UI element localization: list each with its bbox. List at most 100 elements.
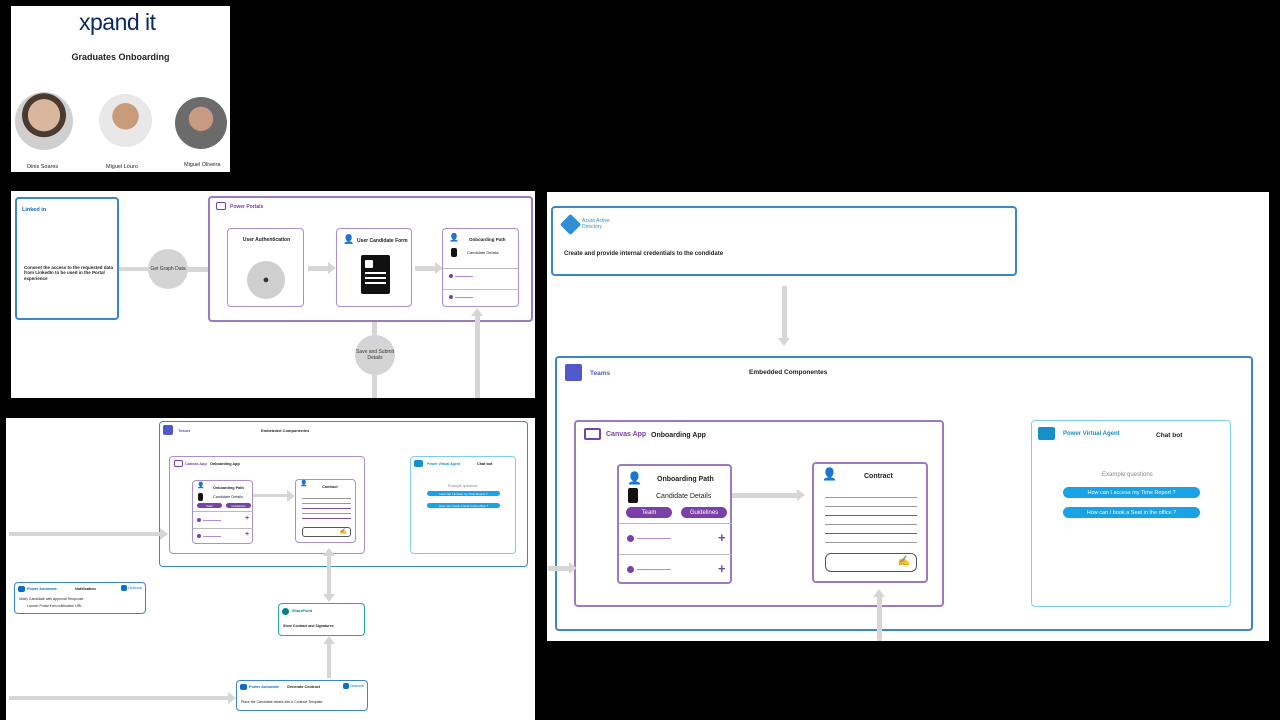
onboarding-path-box: 👤 Onboarding Path Candidate Details [442,228,519,307]
sharepoint-box: SharePoint Store Contract and Signatures [278,603,365,636]
path-item: Candidate Details [467,250,499,255]
contract-title: Contract [864,473,893,480]
teams-icon [163,425,173,435]
outlook-icon [343,683,349,689]
power-automate-icon [18,586,25,592]
add-icon[interactable]: + [718,562,726,575]
person-icon: 👤 [627,471,642,485]
guidelines-button[interactable]: Guidelines [226,503,251,508]
arrow-path-contract [732,489,805,501]
gen-title: Generate Contract [287,685,321,689]
xpandit-logo: xpand it [79,9,156,35]
arrow-form-path [415,262,443,274]
power-automate-icon [240,684,247,690]
person-name-1: Dinis Soares [27,164,59,170]
onboarding-path-card: 👤 Onboarding Path Candidate Details Team… [192,480,253,544]
signature-field[interactable]: ✍ [825,553,917,572]
notif-line-2: Launch Portal from notification URL [27,604,83,608]
user-auth-icon: ● [247,261,285,299]
gen-text: Place the Candidate details into a Contr… [241,700,323,704]
teams-box: Teams Embedded Componentes Canvas App On… [555,356,1253,631]
canvas-app-box: Canvas App Onboarding App 👤 Onboarding P… [574,420,944,607]
generate-contract-box: Power Automate Generate Contract Outlook… [236,680,368,711]
notification-box: Power Automate Notification Outlook Noti… [14,582,146,614]
arrow-linkedin-graph [119,267,149,271]
sign-icon: ✍ [339,529,347,535]
path-item: Candidate Details [656,493,712,500]
team-button[interactable]: Team [626,507,672,518]
outlook-label: Outlook [350,683,364,688]
path-title: Onboarding Path [469,237,506,242]
outlook-label: Outlook [128,585,142,590]
person-icon: 👤 [822,467,837,481]
team-button[interactable]: Team [197,503,222,508]
teams-box-small: Teams Embedded Componentes Canvas App On… [159,421,528,567]
examples-label: Example questions [1102,472,1153,478]
notif-label: Power Automate [27,587,57,591]
right-panel: Azure Active Directory Create and provid… [547,192,1269,641]
contract-card: 👤 Contract ✍ [812,462,928,583]
linkedin-box: Linked in Consent the access to the requ… [15,197,119,320]
person-icon: 👤 [300,481,308,487]
canvas-label: Canvas App [185,462,207,466]
form-label: User Candidate Form [357,238,408,244]
contract-card: 👤 Contract ✍ [295,479,356,543]
document-icon [451,248,457,257]
arrow-into-generate [9,692,236,704]
person-name-2: Miguel Louro [106,164,138,170]
pva-box: Power Virtual Agent Chat bot Example que… [1031,420,1231,607]
path-title: Onboarding Path [657,476,714,483]
question-1-button[interactable]: How can I access my Time Report ? [1063,487,1200,498]
teams-label: Teams [590,370,611,377]
cover-panel: xpand it Graduates Onboarding Dinis Soar… [11,6,230,172]
notif-title: Notification [75,587,96,591]
azure-box: Azure Active Directory Create and provid… [551,206,1017,276]
power-portals-icon [216,202,226,210]
chatbot-label: Chat bot [477,462,493,466]
graph-data-node: Get Graph Data [148,249,188,289]
signature-field[interactable]: ✍ [302,527,351,537]
canvas-app-icon [584,428,601,440]
azure-name: Azure Active Directory [582,218,610,230]
arrow-auth-form [308,262,336,274]
submit-node: Save and Submit Details [355,335,395,375]
avatar-miguel-louro [99,94,152,147]
question-1-button[interactable]: How can I access my Time Report ? [427,491,500,496]
contract-title: Contract [322,485,338,489]
teams-icon [565,364,582,381]
question-2-button[interactable]: How can I book a Seat in the office ? [427,503,500,508]
azure-text: Create and provide internal credentials … [564,251,724,257]
outlook-icon [121,585,127,591]
pva-label: Power Virtual Agent [427,462,461,466]
user-lock-icon: ● [262,274,270,286]
add-icon[interactable]: + [718,531,726,544]
add-icon[interactable]: + [245,531,249,538]
onboarding-app-label: Onboarding App [210,462,240,466]
arrow-bottom-to-right [548,562,577,574]
flow1-panel: Linked in Consent the access to the requ… [11,191,535,398]
pva-label: Power Virtual Agent [1063,431,1120,437]
person-icon: 👤 [197,483,205,489]
notif-line-1: Notify Candidate with Approval Response [19,597,84,601]
document-icon [628,488,638,503]
linkedin-text: Consent the access to the requested data… [24,265,114,281]
person-name-3: Miguel Oliveira [184,162,221,168]
pva-box: Power Virtual Agent Chat bot Example que… [410,456,516,554]
path-title: Onboarding Path [213,486,244,490]
guidelines-button[interactable]: Guidelines [681,507,727,518]
auth-label: User Authentication [242,237,291,243]
pva-icon [1038,427,1055,440]
arrow-into-teams [9,528,168,540]
onboarding-app-label: Onboarding App [651,432,706,439]
linkedin-logo: Linked in [22,207,47,213]
sharepoint-label: SharePoint [292,609,313,613]
power-portals-label: Power Portals [230,204,264,210]
add-icon[interactable]: + [245,515,249,522]
form-document-icon [361,255,390,294]
chatbot-label: Chat bot [1156,432,1183,439]
gen-label: Power Automate [249,685,279,689]
progress-dot-icon [449,274,453,278]
question-2-button[interactable]: How can I book a Seat in the office ? [1063,507,1200,518]
arrow-teams-sharepoint [323,548,335,602]
arrow-submit-down [372,375,377,398]
